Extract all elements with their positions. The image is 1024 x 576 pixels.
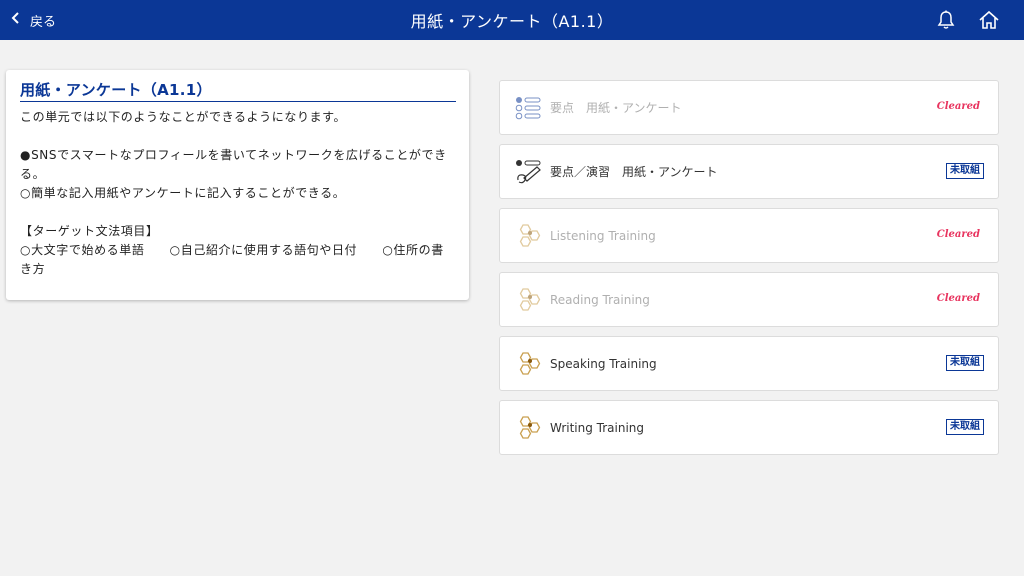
app-header: 戻る 用紙・アンケート（A1.1） [0,0,1024,40]
status-badge: Cleared [936,101,980,112]
lesson-card[interactable]: 要点 用紙・アンケート Cleared [499,80,999,135]
unit-info-panel: 用紙・アンケート（A1.1） この単元では以下のようなことができるようになります… [6,70,469,300]
hexagon-network-icon [515,222,543,250]
lesson-label: Reading Training [550,292,650,307]
status-badge: 未取組 [946,355,984,371]
lesson-card[interactable]: 要点／演習 用紙・アンケート 未取組 [499,144,999,199]
back-button[interactable]: 戻る [10,0,56,40]
unit-heading: 用紙・アンケート（A1.1） [20,79,456,102]
chevron-left-icon [10,12,22,28]
status-badge: Cleared [936,229,980,240]
home-icon[interactable] [978,9,1000,31]
unit-description: この単元では以下のようなことができるようになります。 ●SNSでスマートなプロフ… [20,110,447,276]
lesson-label: 要点 用紙・アンケート [550,101,682,115]
lesson-label: 要点／演習 用紙・アンケート [550,165,718,179]
lesson-card[interactable]: Listening Training Cleared [499,208,999,263]
bell-icon[interactable] [935,9,957,31]
lesson-label: Listening Training [550,228,656,243]
hexagon-network-icon [515,414,543,442]
status-badge: 未取組 [946,163,984,179]
status-badge: 未取組 [946,419,984,435]
hexagon-network-icon [515,286,543,314]
hexagon-network-icon [515,350,543,378]
back-label: 戻る [30,14,57,30]
status-badge: Cleared [936,293,980,304]
lesson-label: Writing Training [550,420,645,435]
lesson-card[interactable]: Writing Training 未取組 [499,400,999,455]
lesson-label: Speaking Training [550,356,657,371]
lesson-card[interactable]: Speaking Training 未取組 [499,336,999,391]
page-title: 用紙・アンケート（A1.1） [410,12,614,31]
list-icon [515,94,543,122]
lesson-card[interactable]: Reading Training Cleared [499,272,999,327]
pen-icon [515,158,543,186]
